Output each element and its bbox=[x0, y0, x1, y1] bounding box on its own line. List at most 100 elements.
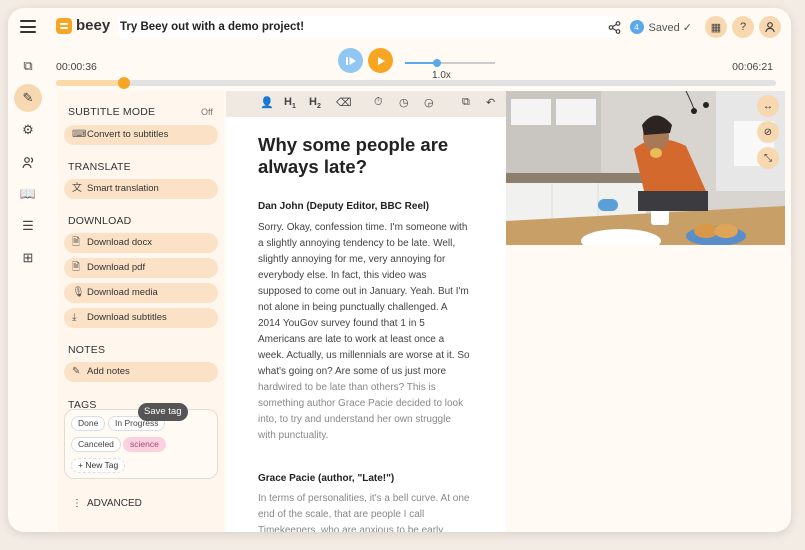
gear-icon: ⚙ bbox=[22, 122, 34, 137]
transcript-heading[interactable]: Why some people are always late? bbox=[258, 134, 458, 178]
rail-apps[interactable]: ⊞ bbox=[14, 244, 42, 272]
editor-toolbar: 👤 H1 H2 ⌫ ⏱ ◷ ◶ ⧉ ↶ bbox=[226, 91, 506, 117]
document-icon: 🗎 bbox=[72, 237, 81, 248]
note-icon: ✎ bbox=[72, 366, 81, 377]
subtitle-mode-title: SUBTITLE MODE bbox=[68, 106, 156, 118]
speakers-icon bbox=[21, 156, 33, 168]
tag-canceled[interactable]: Canceled bbox=[71, 437, 121, 452]
fullscreen-button[interactable]: ⤡ bbox=[757, 147, 779, 169]
convert-to-subtitles-label: Convert to subtitles bbox=[87, 129, 169, 140]
left-rail: ⧉ ✎ ⚙ 📖 ☰ ⊞ bbox=[8, 50, 50, 520]
add-notes-button[interactable]: ✎ Add notes bbox=[64, 362, 218, 382]
heading2-icon[interactable]: H2 bbox=[309, 96, 321, 110]
speed-slider-handle[interactable] bbox=[432, 59, 441, 67]
top-bar: beey Try Beey out with a demo project! 4… bbox=[8, 8, 791, 46]
apps-grid-icon: ⊞ bbox=[22, 250, 34, 265]
current-time: 00:00:36 bbox=[56, 61, 97, 73]
smart-translation-label: Smart translation bbox=[87, 183, 159, 194]
tag-science[interactable]: science bbox=[123, 437, 166, 452]
eraser-icon[interactable]: ⌫ bbox=[336, 96, 352, 109]
help-button[interactable]: ? bbox=[732, 16, 754, 38]
app-window: beey Try Beey out with a demo project! 4… bbox=[8, 8, 791, 532]
rail-settings[interactable]: ⚙ bbox=[14, 116, 42, 144]
menu-icon[interactable] bbox=[20, 20, 36, 33]
advanced-label: ADVANCED bbox=[87, 498, 142, 509]
download-media-label: Download media bbox=[87, 287, 158, 298]
video-frame bbox=[506, 91, 785, 245]
speaker-label[interactable]: Grace Pacie (author, "Late!") bbox=[258, 473, 394, 484]
save-tag-tooltip: Save tag bbox=[138, 403, 188, 421]
heading1-icon[interactable]: H1 bbox=[284, 96, 296, 110]
smart-translation-button[interactable]: 文 Smart translation bbox=[64, 179, 218, 199]
video-preview[interactable]: ↔ ⊘ ⤡ bbox=[506, 91, 785, 245]
total-time: 00:06:21 bbox=[732, 61, 773, 73]
rail-speakers[interactable] bbox=[14, 148, 42, 176]
project-title[interactable]: Try Beey out with a demo project! bbox=[118, 16, 618, 38]
paragraph-text: Sorry. Okay, confession time. I'm someon… bbox=[258, 222, 470, 377]
share-icon[interactable] bbox=[608, 20, 621, 34]
book-icon: 📖 bbox=[19, 186, 37, 201]
tags-box: Done In Progress Canceled science + New … bbox=[64, 409, 218, 479]
video-icon bbox=[345, 56, 356, 65]
rail-list[interactable]: ☰ bbox=[14, 212, 42, 240]
video-off-icon: ⊘ bbox=[763, 126, 773, 138]
download-icon: ⤓ bbox=[72, 312, 77, 323]
download-subtitles-label: Download subtitles bbox=[87, 312, 167, 323]
timeline-progress[interactable] bbox=[56, 77, 776, 89]
subtitles-icon: ⌨ bbox=[72, 129, 87, 140]
swap-arrows-icon: ↔ bbox=[763, 100, 773, 112]
logo: beey bbox=[56, 17, 110, 34]
user-icon bbox=[765, 22, 775, 33]
account-button[interactable] bbox=[759, 16, 781, 38]
download-pdf-button[interactable]: 🗎 Download pdf bbox=[64, 258, 218, 278]
subtitle-mode-state[interactable]: Off bbox=[201, 107, 213, 117]
timestamp-icon[interactable]: ⏱ bbox=[374, 96, 383, 109]
help-icon: ? bbox=[739, 21, 747, 33]
pencil-icon: ✎ bbox=[22, 90, 34, 105]
clock-back-icon[interactable]: ◷ bbox=[399, 96, 409, 109]
rail-edit[interactable]: ✎ bbox=[14, 84, 42, 112]
play-button[interactable] bbox=[368, 48, 393, 73]
tag-done[interactable]: Done bbox=[71, 416, 106, 431]
transcript-paragraph[interactable]: Sorry. Okay, confession time. I'm someon… bbox=[258, 220, 470, 444]
rail-book[interactable]: 📖 bbox=[14, 180, 42, 208]
keyboard-shortcuts-button[interactable]: ▦ bbox=[705, 16, 727, 38]
transcript-paragraph[interactable]: In terms of personalities, it's a bell c… bbox=[258, 491, 470, 532]
advanced-section-toggle[interactable]: ⋮ ADVANCED bbox=[72, 498, 142, 509]
new-tag-button[interactable]: + New Tag bbox=[71, 458, 126, 473]
undo-icon[interactable]: ↶ bbox=[486, 96, 495, 109]
notes-title: NOTES bbox=[68, 344, 106, 356]
download-media-button[interactable]: 🎙 Download media bbox=[64, 283, 218, 303]
grid-icon: ▦ bbox=[710, 21, 722, 34]
beey-logo-icon bbox=[56, 17, 72, 34]
shrink-icon: ⤡ bbox=[764, 152, 772, 164]
rail-documents[interactable]: ⧉ bbox=[14, 52, 42, 80]
swap-layout-button[interactable]: ↔ bbox=[757, 95, 779, 117]
speaker-icon[interactable]: 👤 bbox=[260, 96, 274, 109]
list-icon: ☰ bbox=[22, 218, 34, 233]
header-actions: 4 Saved ✓ ▦ ? bbox=[608, 16, 781, 38]
media-player: 00:00:36 1.0x 00:06:21 bbox=[8, 46, 791, 90]
download-docx-button[interactable]: 🗎 Download docx bbox=[64, 233, 218, 253]
microphone-icon: 🎙 bbox=[72, 287, 85, 298]
download-title: DOWNLOAD bbox=[68, 215, 132, 227]
clock-forward-icon[interactable]: ◶ bbox=[424, 96, 434, 109]
download-pdf-label: Download pdf bbox=[87, 262, 146, 273]
timeline-progress-fill bbox=[56, 80, 124, 86]
transcript-editor[interactable]: Why some people are always late? Dan Joh… bbox=[226, 117, 506, 532]
logo-text: beey bbox=[76, 17, 111, 34]
timeline-handle[interactable] bbox=[117, 77, 130, 89]
paragraph-text-upcoming: hardwired to be late than others? This i… bbox=[258, 382, 464, 441]
convert-to-subtitles-button[interactable]: ⌨ Convert to subtitles bbox=[64, 125, 218, 145]
translate-icon: 文 bbox=[72, 183, 82, 194]
saved-count-badge: 4 bbox=[629, 20, 644, 34]
more-vertical-icon: ⋮ bbox=[72, 498, 82, 509]
saved-status: Saved ✓ bbox=[648, 21, 692, 34]
copy-icon[interactable]: ⧉ bbox=[462, 96, 470, 109]
speed-slider[interactable] bbox=[405, 59, 495, 67]
hide-video-button[interactable]: ⊘ bbox=[757, 121, 779, 143]
documents-icon: ⧉ bbox=[23, 58, 33, 73]
video-toggle-button[interactable] bbox=[338, 48, 363, 73]
download-subtitles-button[interactable]: ⤓ Download subtitles bbox=[64, 308, 218, 328]
speaker-label[interactable]: Dan John (Deputy Editor, BBC Reel) bbox=[258, 201, 429, 212]
